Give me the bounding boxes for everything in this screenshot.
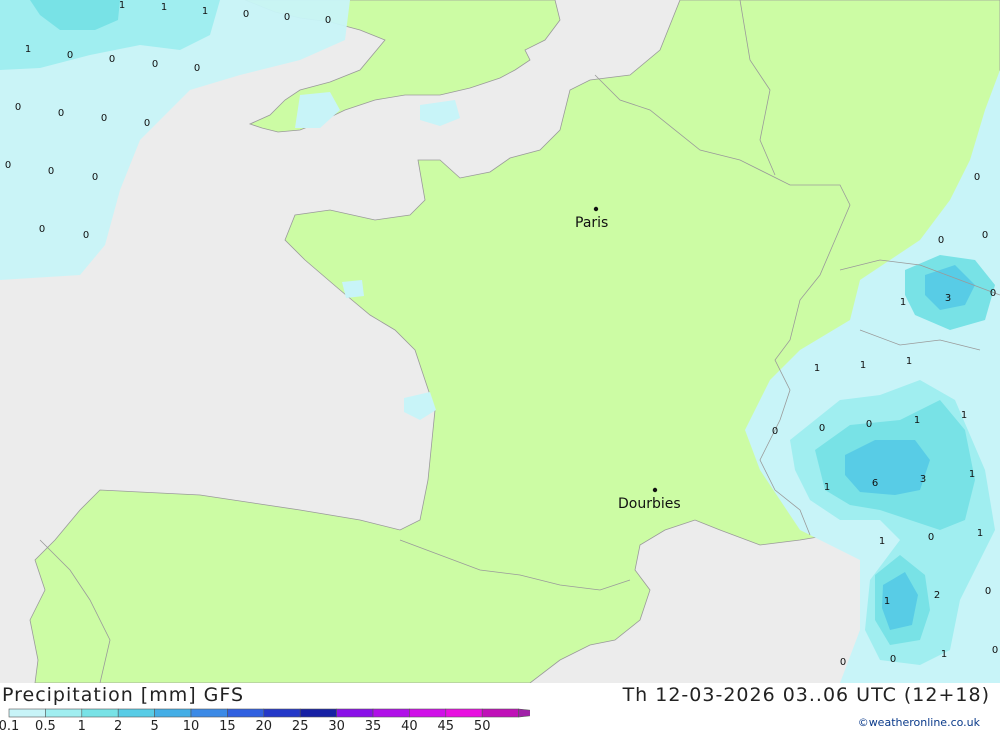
legend-tick-label: 20 [256,719,273,733]
value-label: 0 [144,118,150,129]
credit-link[interactable]: ©weatheronline.co.uk [858,716,980,729]
value-label: 0 [928,532,934,543]
value-label: 0 [5,160,11,171]
chart-title: Precipitation [mm] GFS [2,684,245,706]
value-label: 0 [92,172,98,183]
legend-color-box [81,708,119,718]
value-label: 3 [945,293,951,304]
value-label: 0 [990,288,996,299]
value-label: 1 [879,536,885,547]
city-label: Dourbies [618,496,681,512]
legend-tick-label: 35 [365,719,382,733]
legend-tick-label: 10 [183,719,200,733]
value-label: 1 [119,0,125,11]
legend-color-box [481,708,519,718]
value-label: 0 [985,586,991,597]
value-label: 0 [194,63,200,74]
city-dot [593,206,599,212]
legend-color-box [227,708,265,718]
legend-color-box [45,708,83,718]
legend-color-box [8,708,46,718]
value-label: 1 [977,528,983,539]
value-label: 0 [982,230,988,241]
value-label: 0 [152,59,158,70]
value-label: 1 [906,356,912,367]
value-label: 0 [109,54,115,65]
value-label: 0 [938,235,944,246]
legend-tick-label: 40 [401,719,418,733]
legend-color-box [372,708,410,718]
value-label: 1 [25,44,31,55]
legend-tick-label: 25 [292,719,309,733]
value-label: 0 [974,172,980,183]
value-label: 1 [202,6,208,17]
value-label: 0 [101,113,107,124]
legend-tick-label: 0.1 [0,719,19,733]
value-label: 0 [48,166,54,177]
legend-tick-label: 45 [438,719,455,733]
footer: Precipitation [mm] GFS Th 12-03-2026 03.… [0,683,1000,733]
timestamp-label: Th 12-03-2026 03..06 UTC (12+18) [622,684,990,706]
value-label: 0 [284,12,290,23]
value-label: 0 [992,645,998,656]
legend-tick-label: 5 [150,719,158,733]
value-label: 1 [860,360,866,371]
legend-color-box [336,708,374,718]
value-label: 0 [243,9,249,20]
value-label: 1 [900,297,906,308]
value-label: 0 [58,108,64,119]
value-label: 0 [819,423,825,434]
value-label: 0 [772,426,778,437]
legend-tick-label: 15 [219,719,236,733]
value-label: 3 [920,474,926,485]
legend-color-boxes [8,708,530,718]
legend-color-box [409,708,447,718]
legend-tick-label: 30 [328,719,345,733]
legend-tick-label: 0.5 [35,719,56,733]
legend-color-box [190,708,228,718]
value-label: 0 [866,419,872,430]
legend-tick-label: 50 [474,719,491,733]
legend-arrow [518,708,530,718]
value-label: 0 [39,224,45,235]
value-label: 0 [83,230,89,241]
legend-tick-label: 1 [78,719,86,733]
value-label: 1 [969,469,975,480]
value-label: 6 [872,478,878,489]
legend-color-box [263,708,301,718]
value-label: 1 [914,415,920,426]
city-label: Paris [575,215,608,231]
value-label: 0 [15,102,21,113]
legend-color-box [445,708,483,718]
precipitation-map: Paris Dourbies 1 1 1 0 0 0 1 0 0 0 0 0 0… [0,0,1000,683]
legend-color-box [117,708,155,718]
legend-color-box [154,708,192,718]
value-label: 0 [840,657,846,668]
legend: 0.1 0.5 1 2 5 10 15 20 25 30 35 40 45 50 [0,708,530,733]
value-label: 1 [814,363,820,374]
value-label: 1 [824,482,830,493]
value-label: 1 [884,596,890,607]
value-label: 1 [161,2,167,13]
legend-color-box [299,708,337,718]
value-label: 1 [961,410,967,421]
value-label: 1 [941,649,947,660]
value-label: 2 [934,590,940,601]
value-label: 0 [890,654,896,665]
legend-tick-labels: 0.1 0.5 1 2 5 10 15 20 25 30 35 40 45 50 [0,719,490,733]
city-dot [652,487,658,493]
value-label: 0 [325,15,331,26]
legend-tick-label: 2 [114,719,122,733]
value-label: 0 [67,50,73,61]
